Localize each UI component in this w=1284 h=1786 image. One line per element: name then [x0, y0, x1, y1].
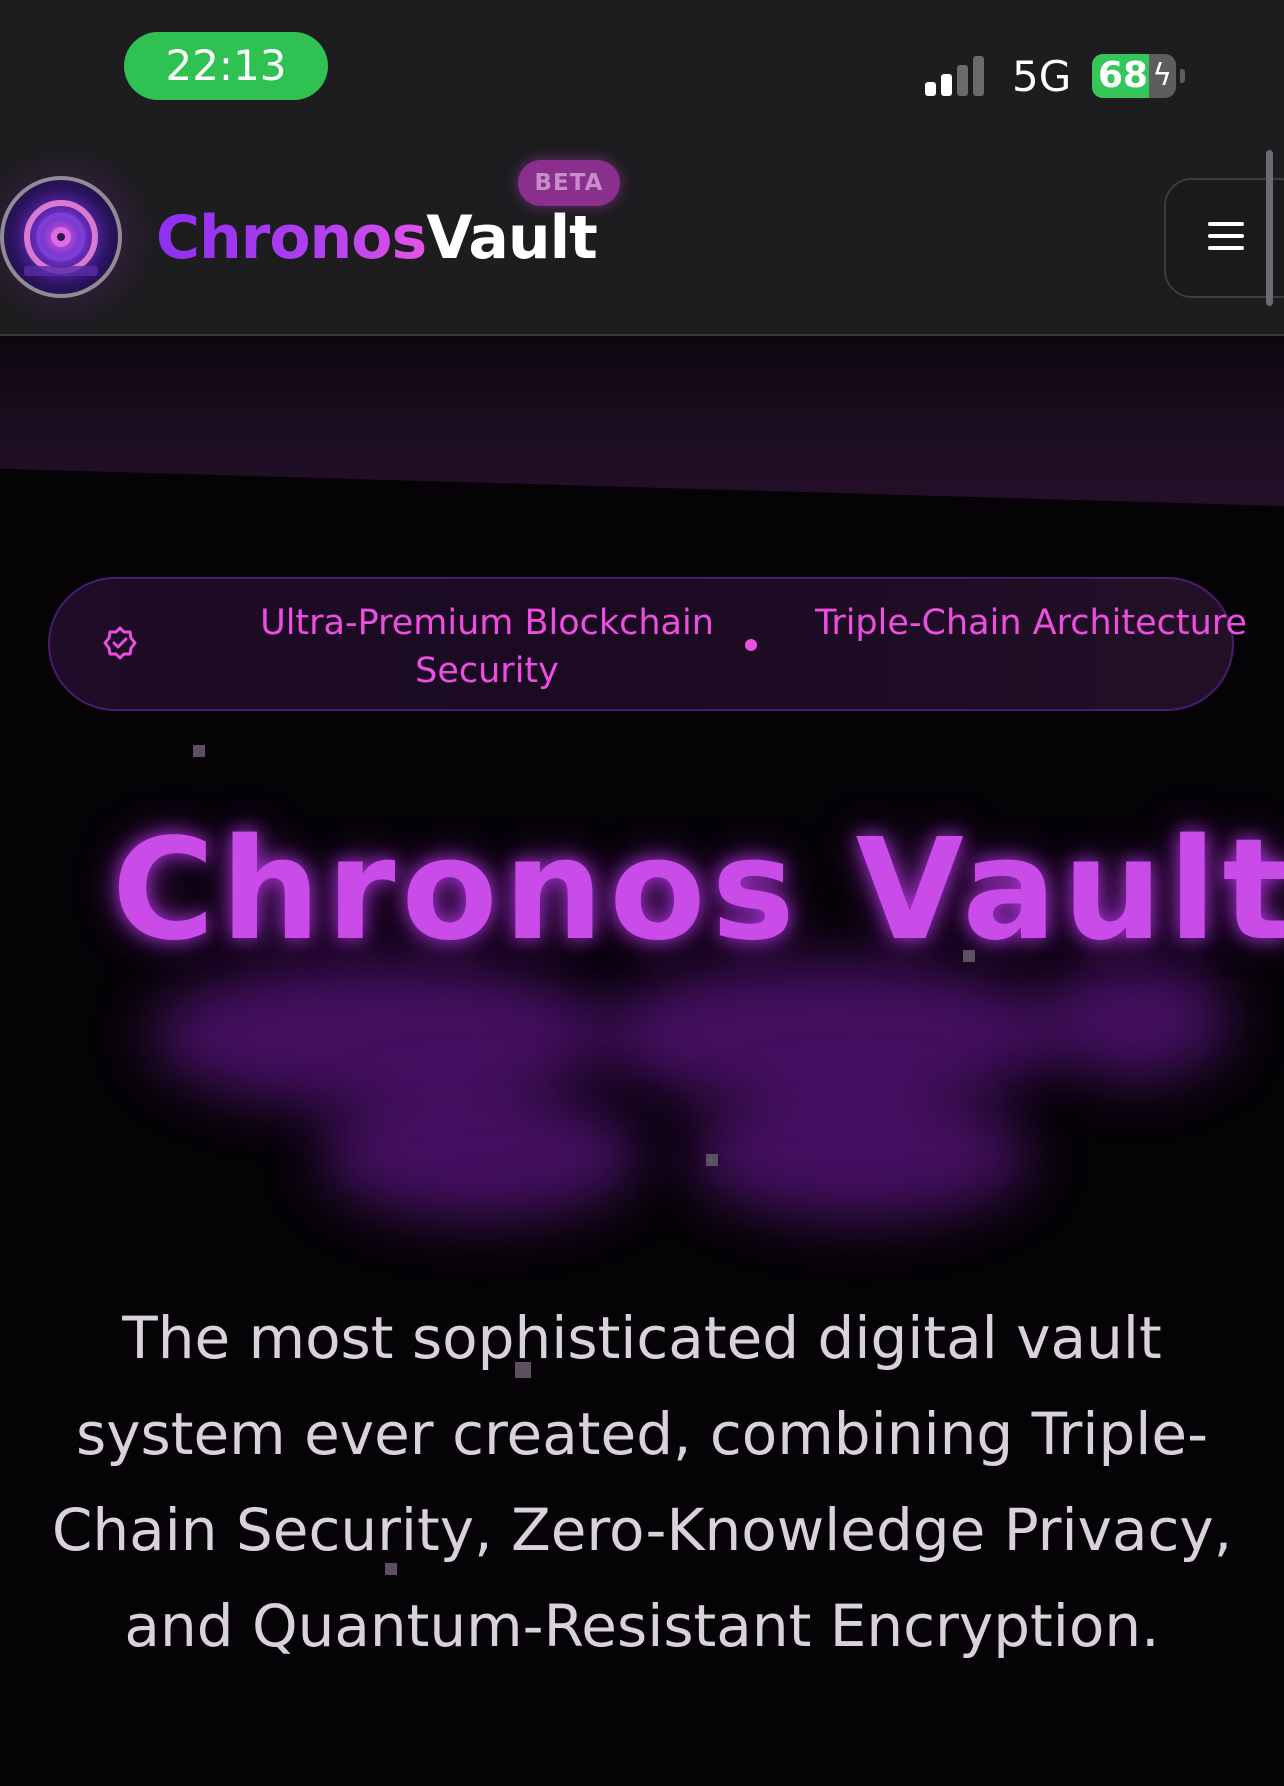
- scrollbar-thumb[interactable]: [1266, 150, 1273, 306]
- title-glow: [1040, 960, 1230, 1080]
- battery-cap: [1180, 69, 1185, 83]
- vault-logo-icon[interactable]: [0, 176, 122, 298]
- announcement-security: Ultra-Premium Blockchain Security: [260, 603, 714, 691]
- brand-name-part2: Vault: [426, 203, 598, 273]
- hero-title: Chronos Vault: [112, 809, 1284, 972]
- status-bar: 22:13 5G 68 ϟ: [0, 0, 1284, 140]
- particle: [963, 950, 975, 962]
- title-glow: [600, 960, 1060, 1110]
- app-header: ChronosVault BETA: [0, 140, 1284, 336]
- hamburger-menu-icon: [1208, 220, 1246, 252]
- cellular-signal-icon: [925, 56, 991, 96]
- app-screen: 22:13 5G 68 ϟ ChronosVault BETA Ultra-Pr…: [0, 0, 1284, 1786]
- network-type: 5G: [1012, 52, 1072, 101]
- announcement-architecture: Triple-Chain Architecture: [815, 603, 1247, 643]
- title-glow: [320, 1090, 640, 1220]
- badge-check-icon: [103, 626, 137, 660]
- battery-icon: 68 ϟ: [1092, 54, 1176, 98]
- announcement-separator-dot: [745, 639, 757, 651]
- beta-badge: BETA: [518, 160, 620, 206]
- brand-name-part1: Chronos: [156, 203, 427, 273]
- status-time: 22:13: [124, 32, 328, 100]
- particle: [706, 1154, 718, 1166]
- hero-subtitle: The most sophisticated digital vault sys…: [51, 1304, 1233, 1660]
- charging-bolt-icon: ϟ: [1152, 58, 1172, 93]
- brand-name[interactable]: ChronosVault: [156, 202, 598, 274]
- title-glow: [690, 1090, 1030, 1220]
- battery-level: 68: [1098, 55, 1149, 96]
- hero-top-band: [0, 336, 1284, 506]
- title-glow: [150, 960, 610, 1110]
- particle: [193, 745, 205, 757]
- announcement-pill: Ultra-Premium Blockchain Security Triple…: [48, 577, 1247, 711]
